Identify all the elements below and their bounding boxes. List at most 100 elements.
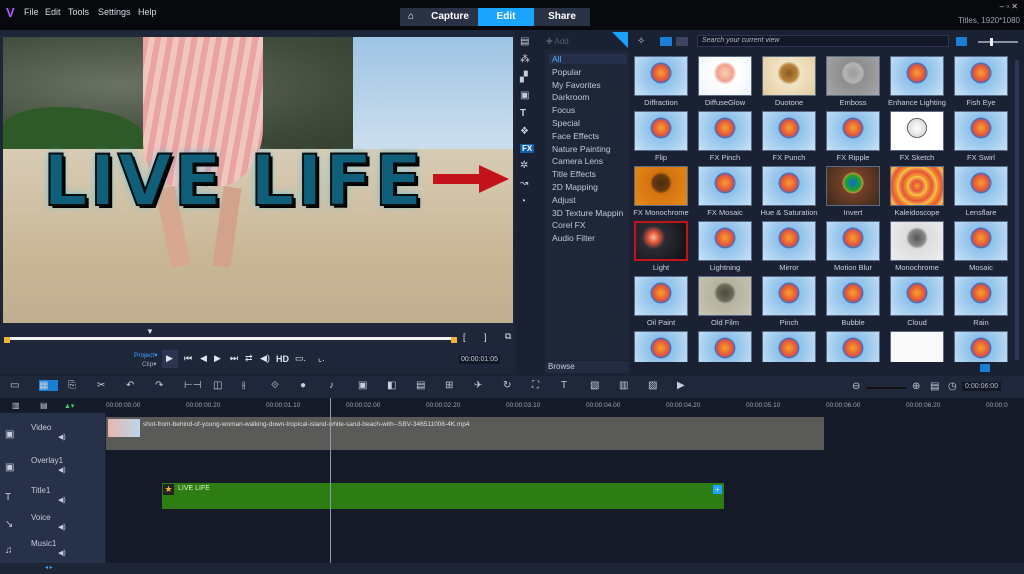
- effect-thumbnail[interactable]: [890, 111, 944, 151]
- zoom-out-icon[interactable]: ⊖: [852, 381, 860, 392]
- effect-thumbnail[interactable]: [954, 221, 1008, 261]
- mark-out-button[interactable]: ]: [484, 332, 487, 342]
- category-item[interactable]: 2D Mapping: [552, 182, 598, 192]
- category-item[interactable]: All: [549, 54, 627, 64]
- effect-thumbnail[interactable]: [762, 166, 816, 206]
- filter-icon[interactable]: ▣: [520, 90, 534, 101]
- subtitle-icon[interactable]: ▤: [416, 380, 435, 391]
- undo-icon[interactable]: ↶: [126, 380, 145, 391]
- copy-icon[interactable]: ⎘: [68, 380, 87, 391]
- home-icon[interactable]: ⌂: [400, 8, 422, 26]
- category-item[interactable]: Audio Filter: [552, 233, 595, 243]
- menu-settings[interactable]: Settings: [98, 7, 131, 17]
- tab-capture[interactable]: Capture: [422, 8, 478, 26]
- view-option-icon[interactable]: [980, 364, 990, 372]
- clip-mode[interactable]: Clip▾: [142, 360, 156, 368]
- graphics-icon[interactable]: ❖: [520, 126, 534, 137]
- cut-icon[interactable]: ✂: [97, 380, 116, 391]
- effect-thumbnail[interactable]: [762, 111, 816, 151]
- effect-thumbnail[interactable]: [762, 56, 816, 96]
- effect-thumbnail[interactable]: [826, 56, 880, 96]
- music-track-icon[interactable]: ♫: [5, 545, 13, 556]
- 3d-icon[interactable]: ▨: [648, 380, 667, 391]
- category-item[interactable]: 3D Texture Mappin: [552, 208, 623, 218]
- effect-thumbnail[interactable]: [890, 276, 944, 316]
- title-icon[interactable]: T: [520, 108, 534, 119]
- motion-tracking-icon[interactable]: ✲: [520, 160, 534, 171]
- effect-thumbnail[interactable]: [890, 221, 944, 261]
- category-item[interactable]: Special: [552, 118, 580, 128]
- mark-out-handle[interactable]: [451, 337, 457, 343]
- chapter-marker-icon[interactable]: ▶: [677, 380, 696, 391]
- text-icon[interactable]: T: [561, 380, 580, 391]
- effect-thumbnail[interactable]: [634, 221, 688, 261]
- snapshot-icon[interactable]: ⌞.: [318, 353, 325, 364]
- path-icon[interactable]: ↝: [520, 178, 534, 189]
- effect-thumbnail[interactable]: [634, 276, 688, 316]
- effect-thumbnail[interactable]: [634, 111, 688, 151]
- chapter-icon[interactable]: ▤: [40, 401, 48, 410]
- zoom-slider[interactable]: [866, 387, 906, 389]
- split-icon[interactable]: ⫲: [242, 380, 261, 391]
- enlarge-icon[interactable]: ⧉: [505, 331, 511, 342]
- scroll-nav-icon[interactable]: ◂ ▸: [45, 564, 53, 571]
- menu-edit[interactable]: Edit: [45, 7, 61, 17]
- view-thumbnails-icon[interactable]: [660, 37, 672, 46]
- mute-icon[interactable]: ◀): [58, 466, 66, 474]
- favorite-corner-icon[interactable]: [612, 32, 628, 48]
- effect-thumbnail[interactable]: [698, 331, 752, 362]
- tab-share[interactable]: Share: [534, 8, 590, 26]
- effect-thumbnail[interactable]: [762, 221, 816, 261]
- category-item[interactable]: Adjust: [552, 195, 576, 205]
- instant-project-icon[interactable]: ⁂: [520, 54, 534, 65]
- mask-icon[interactable]: ◧: [387, 380, 406, 391]
- effect-thumbnail[interactable]: [954, 331, 1008, 362]
- playhead[interactable]: [330, 398, 331, 563]
- effect-thumbnail[interactable]: [826, 276, 880, 316]
- video-track-icon[interactable]: ▣: [5, 429, 14, 440]
- grid-icon[interactable]: ⊞: [445, 380, 464, 391]
- player-timecode[interactable]: 00:00:01:05: [459, 355, 500, 364]
- mute-icon[interactable]: ◀): [58, 549, 66, 557]
- mix-icon[interactable]: ▧: [590, 380, 609, 391]
- overlay-track-icon[interactable]: ▣: [5, 462, 14, 473]
- trim-icon[interactable]: ⟐: [271, 380, 290, 391]
- category-item[interactable]: Camera Lens: [552, 156, 603, 166]
- effect-thumbnail[interactable]: [954, 56, 1008, 96]
- hd-toggle[interactable]: HD: [276, 354, 289, 364]
- motion-icon[interactable]: ✈: [474, 380, 493, 391]
- prev-frame-icon[interactable]: ◀: [200, 353, 207, 364]
- media-icon[interactable]: ▤: [520, 36, 534, 47]
- effect-thumbnail[interactable]: [698, 221, 752, 261]
- add-icon[interactable]: +: [713, 485, 722, 494]
- category-item[interactable]: Face Effects: [552, 131, 599, 141]
- ripple-edit-icon[interactable]: ▲▾: [64, 402, 74, 410]
- voice-track-icon[interactable]: ↘: [5, 519, 13, 530]
- timeline-timecode[interactable]: 0:00:06:00: [962, 382, 1002, 391]
- title-clip[interactable]: ★ LIVE LIFE +: [162, 483, 724, 509]
- multicam-icon[interactable]: ▣: [358, 380, 377, 391]
- window-controls[interactable]: – ▫ ✕: [1000, 2, 1018, 11]
- speed-icon[interactable]: ◔: [520, 196, 534, 207]
- mark-in-button[interactable]: [: [463, 332, 466, 342]
- effect-thumbnail[interactable]: [698, 111, 752, 151]
- transition-icon[interactable]: ▞: [520, 72, 534, 83]
- clock-icon[interactable]: ◷: [948, 381, 957, 392]
- mute-icon[interactable]: ◀): [58, 496, 66, 504]
- category-item[interactable]: Focus: [552, 105, 575, 115]
- end-skip-icon[interactable]: ⏭: [230, 353, 238, 364]
- effect-thumbnail[interactable]: [634, 166, 688, 206]
- effect-thumbnail[interactable]: [890, 166, 944, 206]
- effect-thumbnail[interactable]: [826, 331, 880, 362]
- mark-in-handle[interactable]: [4, 337, 10, 343]
- title-overlay-text[interactable]: LIVE LIFE: [42, 140, 424, 222]
- library-scrollbar[interactable]: [1015, 60, 1019, 360]
- effect-thumbnail[interactable]: [890, 56, 944, 96]
- storyboard-view-icon[interactable]: ▭: [10, 380, 29, 391]
- sort-icon[interactable]: [956, 37, 967, 46]
- tab-edit[interactable]: Edit: [478, 8, 534, 26]
- search-input[interactable]: Search your current view: [697, 35, 949, 47]
- scrubber-handle[interactable]: ▼: [146, 327, 154, 336]
- menu-file[interactable]: File: [24, 7, 39, 17]
- home-skip-icon[interactable]: ⏮: [184, 353, 192, 364]
